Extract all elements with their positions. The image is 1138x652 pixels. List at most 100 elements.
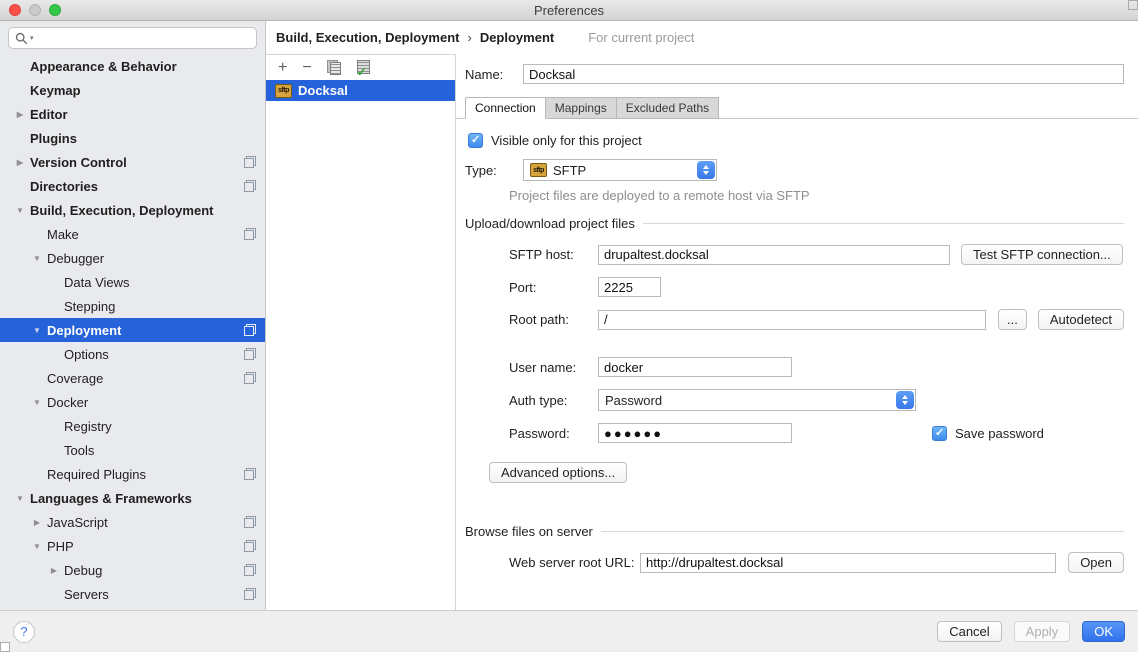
sidebar-item-label: Directories bbox=[30, 179, 98, 194]
close-window-button[interactable] bbox=[9, 4, 21, 16]
help-button[interactable]: ? bbox=[13, 621, 35, 643]
sidebar-item-php[interactable]: ▼PHP bbox=[0, 534, 265, 558]
for-current-project-icon bbox=[570, 32, 582, 44]
auth-type-select[interactable]: Password bbox=[598, 389, 916, 411]
chevron-right-icon[interactable]: ▶ bbox=[44, 566, 64, 575]
sidebar-item-data-views[interactable]: Data Views bbox=[0, 270, 265, 294]
sidebar-item-required-plugins[interactable]: Required Plugins bbox=[0, 462, 265, 486]
root-path-input[interactable] bbox=[598, 310, 986, 330]
sidebar-item-appearance-behavior[interactable]: Appearance & Behavior bbox=[0, 54, 265, 78]
sidebar-item-debugger[interactable]: ▼Debugger bbox=[0, 246, 265, 270]
name-label: Name: bbox=[465, 67, 523, 82]
sidebar-item-label: Servers bbox=[64, 587, 109, 602]
chevron-right-icon[interactable]: ▶ bbox=[10, 158, 30, 167]
deployment-form: Name: Connection Mappings Excluded Paths… bbox=[456, 54, 1138, 610]
upload-section-title: Upload/download project files bbox=[465, 216, 635, 231]
chevron-down-icon[interactable]: ▼ bbox=[10, 494, 30, 503]
web-root-input[interactable] bbox=[640, 553, 1056, 573]
minimize-window-button[interactable] bbox=[29, 4, 41, 16]
password-input[interactable] bbox=[598, 423, 792, 443]
visible-only-checkbox[interactable] bbox=[468, 133, 483, 148]
test-sftp-connection-button[interactable]: Test SFTP connection... bbox=[961, 244, 1123, 265]
chevron-down-icon[interactable]: ▼ bbox=[27, 326, 47, 335]
open-button[interactable]: Open bbox=[1068, 552, 1124, 573]
per-project-settings-icon bbox=[244, 372, 256, 384]
type-selected-value: SFTP bbox=[553, 163, 586, 178]
tab-excluded-paths[interactable]: Excluded Paths bbox=[617, 97, 719, 119]
breadcrumb: Build, Execution, Deployment › Deploymen… bbox=[266, 21, 1138, 54]
scope-label: For current project bbox=[588, 30, 694, 45]
autodetect-button[interactable]: Autodetect bbox=[1038, 309, 1124, 330]
sidebar-item-label: Stepping bbox=[64, 299, 115, 314]
sidebar-item-label: Appearance & Behavior bbox=[30, 59, 177, 74]
sidebar-item-keymap[interactable]: Keymap bbox=[0, 78, 265, 102]
zoom-window-button[interactable] bbox=[49, 4, 61, 16]
sidebar-item-label: JavaScript bbox=[47, 515, 108, 530]
sidebar-item-coverage[interactable]: Coverage bbox=[0, 366, 265, 390]
combo-stepper-icon[interactable] bbox=[697, 161, 715, 179]
chevron-down-icon[interactable]: ▼ bbox=[27, 398, 47, 407]
user-name-input[interactable] bbox=[598, 357, 792, 377]
sidebar-item-build-execution-deployment[interactable]: ▼Build, Execution, Deployment bbox=[0, 198, 265, 222]
sidebar-item-plugins[interactable]: Plugins bbox=[0, 126, 265, 150]
copy-server-icon[interactable] bbox=[327, 60, 341, 75]
chevron-down-icon[interactable]: ▼ bbox=[27, 254, 47, 263]
sidebar-item-label: Keymap bbox=[30, 83, 81, 98]
sidebar-item-debug[interactable]: ▶Debug bbox=[0, 558, 265, 582]
sidebar-item-label: Make bbox=[47, 227, 79, 242]
browse-section-title: Browse files on server bbox=[465, 524, 593, 539]
chevron-right-icon[interactable]: ▶ bbox=[10, 110, 30, 119]
sidebar-item-stepping[interactable]: Stepping bbox=[0, 294, 265, 318]
sidebar-item-label: Plugins bbox=[30, 131, 77, 146]
search-dropdown-arrow-icon[interactable]: ▾ bbox=[30, 35, 34, 42]
per-project-settings-icon bbox=[244, 564, 256, 576]
breadcrumb-group[interactable]: Build, Execution, Deployment bbox=[276, 30, 459, 45]
sidebar-item-deployment[interactable]: ▼Deployment bbox=[0, 318, 265, 342]
password-label: Password: bbox=[509, 426, 598, 441]
browse-root-path-button[interactable]: ... bbox=[998, 309, 1027, 330]
chevron-down-icon[interactable]: ▼ bbox=[27, 542, 47, 551]
settings-tabs: Connection Mappings Excluded Paths bbox=[456, 97, 1138, 119]
tab-connection[interactable]: Connection bbox=[465, 97, 546, 119]
sidebar-item-registry[interactable]: Registry bbox=[0, 414, 265, 438]
sftp-host-input[interactable] bbox=[598, 245, 950, 265]
search-icon bbox=[15, 32, 28, 45]
search-input[interactable]: ▾ bbox=[8, 27, 257, 49]
cancel-button[interactable]: Cancel bbox=[937, 621, 1001, 642]
port-input[interactable] bbox=[598, 277, 661, 297]
sidebar-item-languages-frameworks[interactable]: ▼Languages & Frameworks bbox=[0, 486, 265, 510]
sidebar-item-tools[interactable]: Tools bbox=[0, 438, 265, 462]
sidebar-item-label: Tools bbox=[64, 443, 94, 458]
auth-type-label: Auth type: bbox=[509, 393, 598, 408]
server-item-docksal[interactable]: sftp Docksal bbox=[266, 80, 455, 101]
advanced-options-button[interactable]: Advanced options... bbox=[489, 462, 627, 483]
sidebar-item-docker[interactable]: ▼Docker bbox=[0, 390, 265, 414]
combo-stepper-icon[interactable] bbox=[896, 391, 914, 409]
type-select[interactable]: sftp SFTP bbox=[523, 159, 717, 181]
sidebar-item-version-control[interactable]: ▶Version Control bbox=[0, 150, 265, 174]
per-project-settings-icon bbox=[244, 588, 256, 600]
sidebar-item-options[interactable]: Options bbox=[0, 342, 265, 366]
sftp-host-label: SFTP host: bbox=[509, 247, 598, 262]
breadcrumb-page: Deployment bbox=[480, 30, 554, 45]
save-password-checkbox[interactable] bbox=[932, 426, 947, 441]
sidebar-item-label: Editor bbox=[30, 107, 68, 122]
tab-mappings[interactable]: Mappings bbox=[546, 97, 617, 119]
sidebar-item-javascript[interactable]: ▶JavaScript bbox=[0, 510, 265, 534]
sidebar-item-directories[interactable]: Directories bbox=[0, 174, 265, 198]
add-server-button[interactable]: + bbox=[278, 60, 287, 76]
sidebar-item-label: Deployment bbox=[47, 323, 121, 338]
sidebar-item-servers[interactable]: Servers bbox=[0, 582, 265, 606]
sidebar-item-make[interactable]: Make bbox=[0, 222, 265, 246]
ok-button[interactable]: OK bbox=[1082, 621, 1125, 642]
chevron-right-icon[interactable]: ▶ bbox=[27, 518, 47, 527]
use-as-default-icon[interactable] bbox=[356, 60, 370, 75]
section-divider bbox=[601, 531, 1124, 532]
remove-server-button[interactable]: − bbox=[302, 60, 311, 76]
content-region: Build, Execution, Deployment › Deploymen… bbox=[266, 21, 1138, 610]
sidebar-item-editor[interactable]: ▶Editor bbox=[0, 102, 265, 126]
apply-button[interactable]: Apply bbox=[1014, 621, 1071, 642]
name-input[interactable] bbox=[523, 64, 1124, 84]
sftp-file-icon: sftp bbox=[275, 84, 292, 98]
chevron-down-icon[interactable]: ▼ bbox=[10, 206, 30, 215]
